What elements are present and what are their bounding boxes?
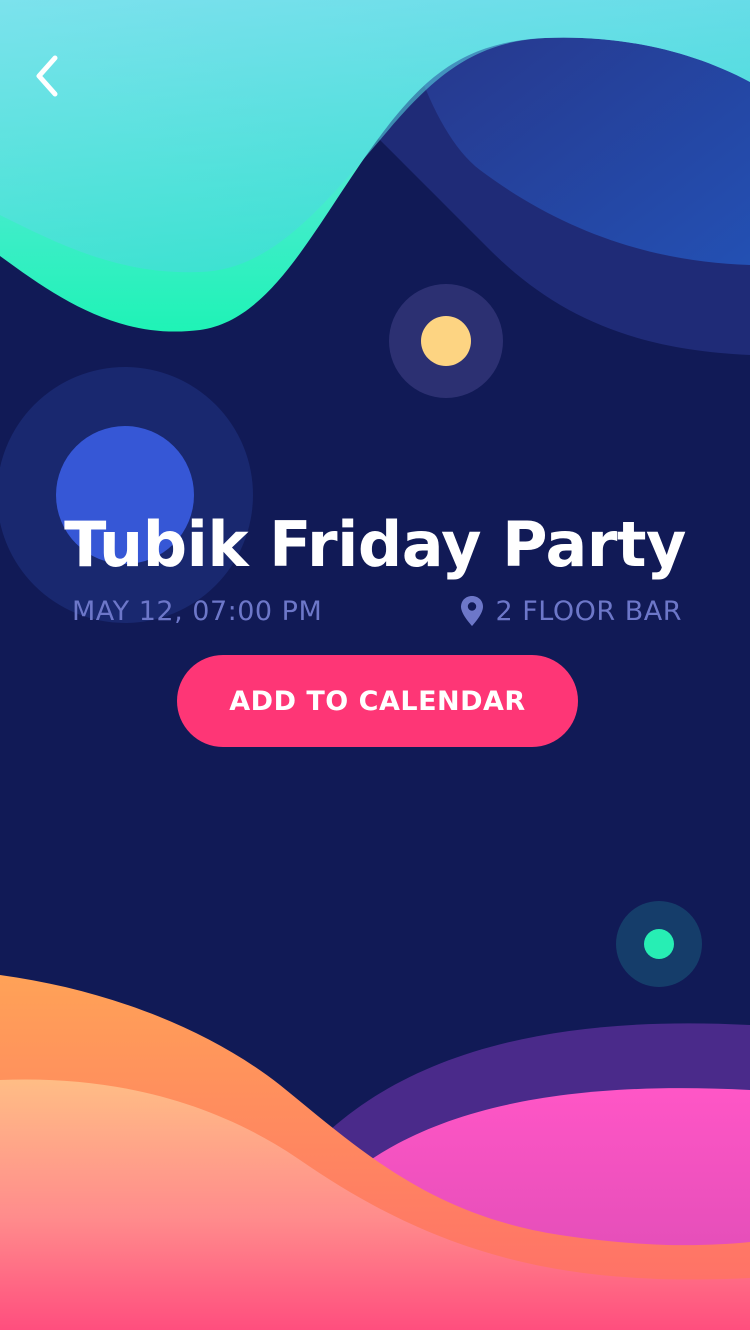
event-datetime: MAY 12, 07:00 PM <box>72 595 323 627</box>
back-button[interactable] <box>24 52 68 100</box>
chevron-left-icon <box>36 55 58 97</box>
bottom-wave <box>0 975 750 1330</box>
event-meta: MAY 12, 07:00 PM 2 FLOOR BAR <box>72 595 682 627</box>
event-screen: Tubik Friday Party MAY 12, 07:00 PM 2 FL… <box>0 0 750 1330</box>
event-location: 2 FLOOR BAR <box>460 595 682 627</box>
event-title: Tubik Friday Party <box>64 508 686 581</box>
location-pin-icon <box>460 596 483 626</box>
green-dot-decoration <box>616 901 702 987</box>
yellow-dot-decoration <box>389 284 503 398</box>
event-details: Tubik Friday Party MAY 12, 07:00 PM 2 FL… <box>0 505 750 747</box>
add-to-calendar-button[interactable]: ADD TO CALENDAR <box>177 655 578 747</box>
event-location-label: 2 FLOOR BAR <box>495 595 682 627</box>
